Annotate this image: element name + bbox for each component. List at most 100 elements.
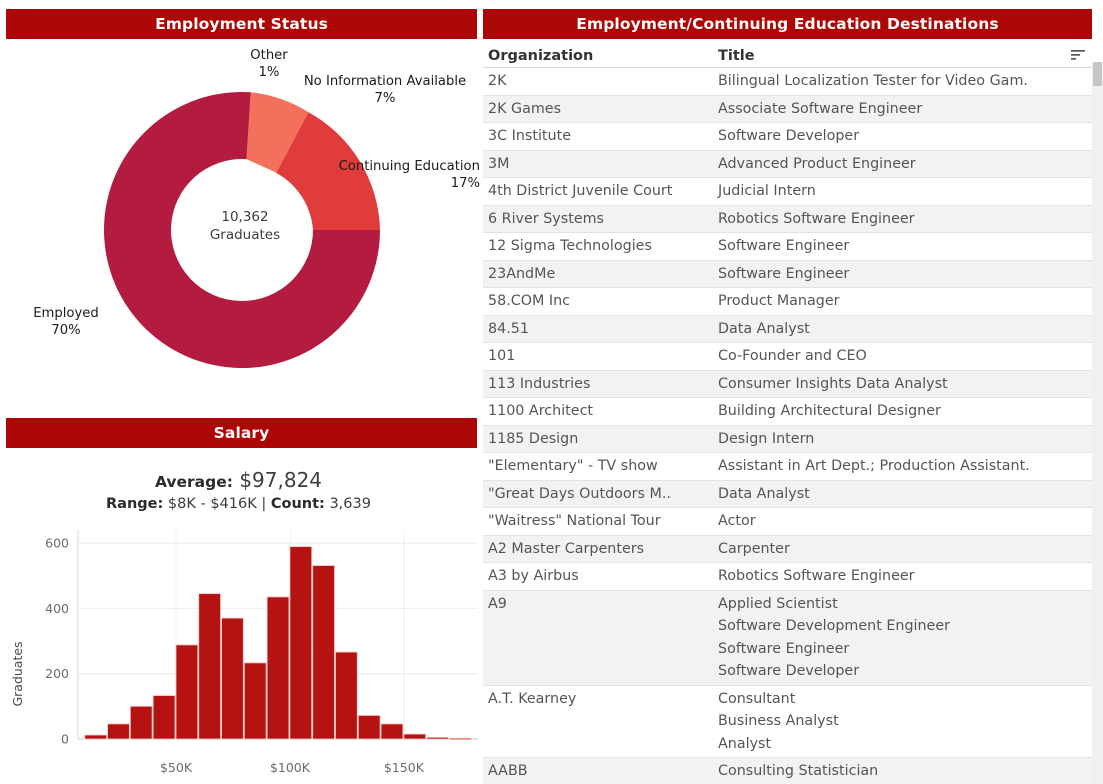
cell-title: Data Analyst — [713, 481, 1092, 508]
salary-histogram-svg: 0200400600 $50K$100K$150K Graduates — [0, 524, 483, 784]
cell-organization: A.T. Kearney — [483, 686, 713, 758]
table-row[interactable]: 2KBilingual Localization Tester for Vide… — [483, 68, 1092, 96]
organization-text: "Great Days Outdoors M.. — [488, 483, 709, 506]
salary-separator: | — [261, 496, 266, 512]
title-text: Consulting Statistician — [718, 760, 1088, 783]
table-row[interactable]: 3C InstituteSoftware Developer — [483, 123, 1092, 151]
cell-title: Associate Software Engineer — [713, 96, 1092, 123]
table-row[interactable]: A.T. KearneyConsultantBusiness AnalystAn… — [483, 686, 1092, 759]
cell-title: Carpenter — [713, 536, 1092, 563]
histogram-bar[interactable] — [404, 734, 426, 739]
histogram-x-axis: $50K$100K$150K — [160, 760, 425, 775]
title-text: Co-Founder and CEO — [718, 345, 1088, 368]
histogram-bar[interactable] — [358, 715, 380, 739]
table-row[interactable]: 1185 DesignDesign Intern — [483, 426, 1092, 454]
title-text: Associate Software Engineer — [718, 98, 1088, 121]
title-text: Carpenter — [718, 538, 1088, 561]
column-header-title[interactable]: Title — [713, 48, 1064, 64]
histogram-bar[interactable] — [290, 547, 312, 739]
cell-title: Software Engineer — [713, 233, 1092, 260]
table-row[interactable]: 12 Sigma TechnologiesSoftware Engineer — [483, 233, 1092, 261]
donut-label-employed-pct: 70% — [6, 323, 126, 340]
histogram-bar[interactable] — [130, 706, 152, 739]
cell-organization: 113 Industries — [483, 371, 713, 398]
cell-organization: 1185 Design — [483, 426, 713, 453]
histogram-bar[interactable] — [381, 724, 403, 739]
dashboard-root: Employment Status 10,362 Graduates — [0, 0, 1103, 784]
histogram-bar[interactable] — [108, 724, 130, 739]
cell-organization: 12 Sigma Technologies — [483, 233, 713, 260]
donut-center-label: Graduates — [185, 226, 305, 244]
organization-text: 101 — [488, 345, 709, 368]
y-tick-label: 400 — [45, 601, 69, 616]
organization-text: 1100 Architect — [488, 400, 709, 423]
histogram-bar[interactable] — [427, 737, 449, 739]
histogram-bar[interactable] — [244, 663, 266, 739]
salary-average-value: $97,824 — [239, 468, 322, 492]
cell-organization: 2K Games — [483, 96, 713, 123]
cell-organization: "Great Days Outdoors M.. — [483, 481, 713, 508]
salary-panel: Salary Average: $97,824 Range: $8K - $41… — [0, 404, 483, 784]
table-row[interactable]: 84.51 Data Analyst — [483, 316, 1092, 344]
table-row[interactable]: 113 IndustriesConsumer Insights Data Ana… — [483, 371, 1092, 399]
histogram-bar[interactable] — [85, 735, 107, 739]
y-tick-label: 200 — [45, 666, 69, 681]
title-text: Product Manager — [718, 290, 1088, 313]
destinations-table-body[interactable]: 2KBilingual Localization Tester for Vide… — [483, 68, 1092, 784]
donut-label-continuing-education-pct: 17% — [308, 176, 480, 193]
histogram-bar[interactable] — [199, 594, 221, 739]
title-text: Data Analyst — [718, 318, 1088, 341]
employment-donut-chart: 10,362 Graduates Other 1% No Information… — [0, 42, 483, 402]
table-scrollbar-thumb[interactable] — [1093, 62, 1102, 86]
donut-label-continuing-education: Continuing Education 17% — [308, 159, 480, 192]
table-row[interactable]: 1100 ArchitectBuilding Architectural Des… — [483, 398, 1092, 426]
table-row[interactable]: AABB Consulting Statistician — [483, 758, 1092, 784]
title-text: Software Developer — [718, 660, 1088, 683]
table-row[interactable]: 2K GamesAssociate Software Engineer — [483, 96, 1092, 124]
cell-organization: A2 Master Carpenters — [483, 536, 713, 563]
table-row[interactable]: A2 Master CarpentersCarpenter — [483, 536, 1092, 564]
donut-label-no-information-name: No Information Available — [304, 74, 466, 89]
table-row[interactable]: 23AndMeSoftware Engineer — [483, 261, 1092, 289]
employment-status-panel: Employment Status 10,362 Graduates — [0, 0, 483, 404]
table-row[interactable]: 58.COM IncProduct Manager — [483, 288, 1092, 316]
title-text: Consultant — [718, 688, 1088, 711]
organization-text: AABB — [488, 760, 709, 783]
employment-status-title: Employment Status — [6, 9, 477, 39]
table-scrollbar[interactable] — [1092, 62, 1103, 784]
salary-average-label: Average: — [155, 473, 233, 491]
sort-button[interactable] — [1064, 49, 1092, 62]
organization-text: 6 River Systems — [488, 208, 709, 231]
histogram-bar[interactable] — [222, 618, 244, 739]
histogram-bar[interactable] — [450, 738, 472, 739]
cell-title: Assistant in Art Dept.; Production Assis… — [713, 453, 1092, 480]
cell-title: Software Developer — [713, 123, 1092, 150]
column-header-organization[interactable]: Organization — [483, 48, 713, 64]
histogram-bar[interactable] — [267, 597, 289, 739]
table-row[interactable]: A3 by AirbusRobotics Software Engineer — [483, 563, 1092, 591]
title-text: Robotics Software Engineer — [718, 565, 1088, 588]
cell-title: Design Intern — [713, 426, 1092, 453]
organization-text: "Elementary" - TV show — [488, 455, 709, 478]
cell-title: Building Architectural Designer — [713, 398, 1092, 425]
histogram-y-axis: 0200400600 — [45, 536, 69, 747]
table-row[interactable]: 4th District Juvenile CourtJudicial Inte… — [483, 178, 1092, 206]
histogram-bar[interactable] — [313, 566, 335, 739]
organization-text: 12 Sigma Technologies — [488, 235, 709, 258]
salary-range-line: Range: $8K - $416K | Count: 3,639 — [0, 494, 477, 515]
organization-text: 84.51 — [488, 318, 709, 341]
table-row[interactable]: "Elementary" - TV showAssistant in Art D… — [483, 453, 1092, 481]
histogram-bar[interactable] — [153, 696, 175, 739]
table-row[interactable]: A9Applied ScientistSoftware Development … — [483, 591, 1092, 686]
table-row[interactable]: 6 River SystemsRobotics Software Enginee… — [483, 206, 1092, 234]
histogram-bar[interactable] — [336, 652, 358, 739]
table-row[interactable]: "Great Days Outdoors M..Data Analyst — [483, 481, 1092, 509]
table-row[interactable]: 3MAdvanced Product Engineer — [483, 151, 1092, 179]
table-row[interactable]: 101 Co-Founder and CEO — [483, 343, 1092, 371]
title-text: Analyst — [718, 733, 1088, 756]
cell-organization: 3M — [483, 151, 713, 178]
donut-label-other-name: Other — [250, 48, 287, 63]
table-row[interactable]: "Waitress" National TourActor — [483, 508, 1092, 536]
histogram-bar[interactable] — [176, 645, 198, 739]
salary-range-label: Range: — [106, 496, 163, 512]
